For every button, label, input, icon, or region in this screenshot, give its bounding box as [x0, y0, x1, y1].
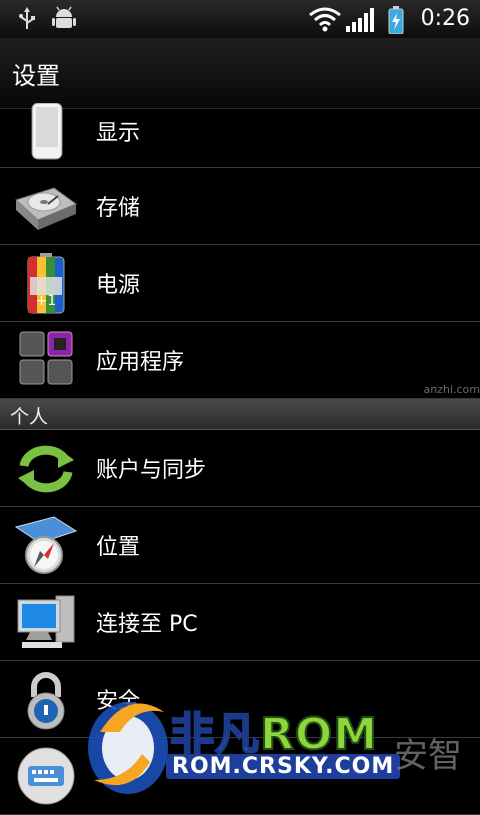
settings-item-label: 存储	[96, 196, 141, 221]
phone-display-icon	[31, 103, 63, 160]
settings-item-storage[interactable]: 存储	[0, 168, 480, 245]
signal-strength-icon	[346, 8, 374, 32]
computer-icon	[17, 595, 75, 648]
settings-item-label: 连接至 PC	[96, 612, 198, 637]
settings-item-display[interactable]: 显示	[0, 103, 480, 168]
battery-charging-icon	[388, 6, 404, 34]
settings-item-location[interactable]: 位置	[0, 507, 480, 584]
settings-item-accounts-sync[interactable]: 账户与同步	[0, 430, 480, 507]
anzhi-watermark: 安智	[394, 736, 462, 776]
settings-item-label: 应用程序	[96, 350, 185, 375]
apps-grid-icon	[19, 331, 73, 385]
battery-icon: +1	[27, 253, 65, 314]
crsky-logo-icon	[88, 702, 168, 794]
keyboard-icon	[17, 747, 75, 805]
settings-item-label: 位置	[96, 535, 141, 560]
padlock-icon	[27, 672, 65, 730]
page-title: 设置	[12, 62, 60, 90]
settings-item-power[interactable]: +1 电源	[0, 245, 480, 322]
location-compass-icon	[14, 516, 78, 574]
wifi-icon	[309, 7, 341, 32]
section-header-personal: 个人	[0, 399, 480, 430]
anzhi-small-watermark: anzhi.com	[423, 383, 480, 396]
watermark-brand: 非凡ROM	[169, 708, 379, 761]
settings-item-applications[interactable]: 应用程序	[0, 322, 480, 399]
sync-icon	[18, 445, 74, 493]
settings-item-label: 账户与同步	[96, 458, 207, 483]
hard-drive-icon	[15, 187, 78, 230]
app-title-bar: 设置	[0, 38, 480, 109]
settings-item-label: 显示	[96, 121, 141, 146]
usb-icon	[19, 7, 35, 29]
crsky-watermark: 非凡ROM ROM.CRSKY.COM 安智	[70, 690, 480, 800]
settings-item-connect-to-pc[interactable]: 连接至 PC	[0, 584, 480, 661]
svg-text:+1: +1	[36, 293, 57, 309]
status-clock: 0:26	[420, 6, 470, 31]
section-title: 个人	[10, 406, 49, 428]
android-debug-icon	[52, 6, 76, 28]
watermark-url: ROM.CRSKY.COM	[166, 754, 401, 779]
status-bar: 0:26	[0, 0, 480, 38]
settings-item-label: 电源	[96, 273, 141, 298]
